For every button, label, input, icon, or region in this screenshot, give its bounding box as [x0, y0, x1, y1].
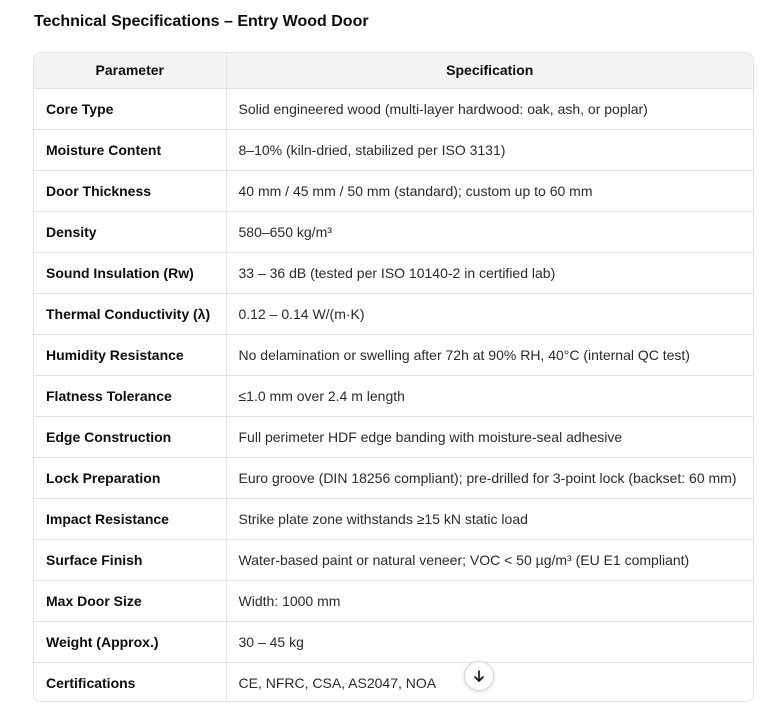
- parameter-cell: Max Door Size: [34, 580, 227, 622]
- parameter-cell: Lock Preparation: [34, 457, 227, 499]
- specification-cell: No delamination or swelling after 72h at…: [226, 334, 753, 376]
- parameter-cell: Humidity Resistance: [34, 334, 227, 376]
- specification-cell: 30 – 45 kg: [226, 621, 753, 663]
- specification-cell: 580–650 kg/m³: [226, 211, 753, 253]
- table-row: Flatness Tolerance ≤1.0 mm over 2.4 m le…: [34, 375, 753, 417]
- table-row: Certifications CE, NFRC, CSA, AS2047, NO…: [34, 662, 753, 701]
- specification-cell: Euro groove (DIN 18256 compliant); pre-d…: [226, 457, 753, 499]
- table-header-row: Parameter Specification: [34, 53, 753, 89]
- table-row: Lock Preparation Euro groove (DIN 18256 …: [34, 457, 753, 499]
- scroll-to-bottom-button[interactable]: [464, 661, 494, 691]
- parameter-cell: Core Type: [34, 88, 227, 130]
- specification-cell: Water-based paint or natural veneer; VOC…: [226, 539, 753, 581]
- parameter-cell: Thermal Conductivity (λ): [34, 293, 227, 335]
- parameter-cell: Surface Finish: [34, 539, 227, 581]
- table-row: Weight (Approx.) 30 – 45 kg: [34, 621, 753, 663]
- table-row: Density 580–650 kg/m³: [34, 211, 753, 253]
- specification-cell: Solid engineered wood (multi-layer hardw…: [226, 88, 753, 130]
- parameter-cell: Edge Construction: [34, 416, 227, 458]
- specification-cell: Width: 1000 mm: [226, 580, 753, 622]
- spec-table: Parameter Specification Core Type Solid …: [34, 53, 753, 701]
- table-row: Humidity Resistance No delamination or s…: [34, 334, 753, 376]
- table-row: Sound Insulation (Rw) 33 – 36 dB (tested…: [34, 252, 753, 294]
- specification-cell: Full perimeter HDF edge banding with moi…: [226, 416, 753, 458]
- specification-cell: ≤1.0 mm over 2.4 m length: [226, 375, 753, 417]
- parameter-cell: Density: [34, 211, 227, 253]
- column-header-parameter: Parameter: [34, 53, 227, 89]
- table-row: Edge Construction Full perimeter HDF edg…: [34, 416, 753, 458]
- table-row: Door Thickness 40 mm / 45 mm / 50 mm (st…: [34, 170, 753, 212]
- table-row: Moisture Content 8–10% (kiln-dried, stab…: [34, 129, 753, 171]
- parameter-cell: Certifications: [34, 662, 227, 701]
- table-row: Surface Finish Water-based paint or natu…: [34, 539, 753, 581]
- parameter-cell: Flatness Tolerance: [34, 375, 227, 417]
- table-row: Max Door Size Width: 1000 mm: [34, 580, 753, 622]
- parameter-cell: Door Thickness: [34, 170, 227, 212]
- specification-cell: 33 – 36 dB (tested per ISO 10140-2 in ce…: [226, 252, 753, 294]
- parameter-cell: Sound Insulation (Rw): [34, 252, 227, 294]
- parameter-cell: Weight (Approx.): [34, 621, 227, 663]
- table-row: Thermal Conductivity (λ) 0.12 – 0.14 W/(…: [34, 293, 753, 335]
- parameter-cell: Impact Resistance: [34, 498, 227, 540]
- specification-cell: Strike plate zone withstands ≥15 kN stat…: [226, 498, 753, 540]
- page-title: Technical Specifications – Entry Wood Do…: [34, 13, 369, 30]
- table-row: Core Type Solid engineered wood (multi-l…: [34, 88, 753, 130]
- spec-table-container: Parameter Specification Core Type Solid …: [33, 52, 754, 702]
- parameter-cell: Moisture Content: [34, 129, 227, 171]
- specification-cell: 8–10% (kiln-dried, stabilized per ISO 31…: [226, 129, 753, 171]
- column-header-specification: Specification: [226, 53, 753, 89]
- table-row: Impact Resistance Strike plate zone with…: [34, 498, 753, 540]
- arrow-down-icon: [474, 670, 484, 682]
- specification-cell: 0.12 – 0.14 W/(m·K): [226, 293, 753, 335]
- specification-cell: 40 mm / 45 mm / 50 mm (standard); custom…: [226, 170, 753, 212]
